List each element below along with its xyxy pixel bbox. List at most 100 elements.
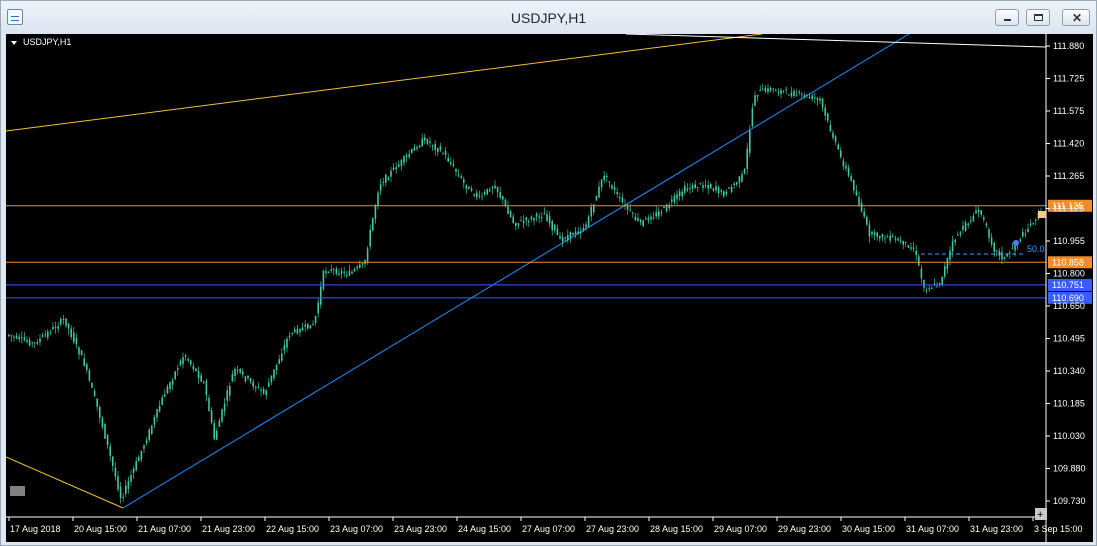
candle-body	[811, 95, 813, 99]
candle-body	[67, 323, 70, 329]
candle-body	[138, 457, 140, 462]
candle-body	[936, 286, 938, 288]
price-chart[interactable]: 111.125110.858110.751110.690 111.880111.…	[6, 34, 1093, 542]
candle-body	[88, 370, 91, 381]
candle-body	[359, 264, 361, 268]
price-tick: 110.340	[1053, 366, 1085, 376]
title-bar[interactable]: USDJPY,H1 ✕	[1, 1, 1096, 34]
time-tick: 29 Aug 07:00	[714, 524, 767, 534]
candle-body	[587, 216, 590, 227]
candle-body	[104, 423, 106, 439]
time-tick: 24 Aug 15:00	[458, 524, 511, 534]
candle-body	[697, 187, 699, 189]
candle-body	[751, 108, 754, 127]
minimize-button[interactable]	[995, 9, 1019, 26]
candle-body	[83, 358, 85, 366]
candle-body	[821, 98, 824, 108]
candle-body	[621, 197, 624, 203]
candle-body	[681, 191, 683, 197]
symbol-dropdown-icon[interactable]	[11, 41, 17, 45]
candle-body	[424, 137, 426, 141]
candle-body	[174, 371, 176, 380]
candle-body	[491, 187, 494, 189]
candle-body	[182, 357, 184, 365]
close-button[interactable]: ✕	[1062, 9, 1090, 26]
candle-body	[320, 286, 322, 305]
channel-line-upper[interactable]	[6, 34, 763, 132]
candle-body	[769, 88, 772, 91]
candle-body	[36, 341, 39, 344]
candle-body	[803, 95, 806, 98]
candle-body	[554, 224, 556, 230]
candle-body	[879, 236, 881, 239]
candle-body	[951, 241, 954, 252]
candle-body	[288, 335, 291, 338]
candle-body	[777, 91, 780, 93]
time-tick: 31 Aug 23:00	[970, 524, 1023, 534]
candle-body	[236, 369, 239, 371]
candle-body	[421, 138, 423, 147]
candle-body	[75, 337, 78, 345]
candle-body	[148, 429, 150, 440]
scroll-handle[interactable]	[10, 486, 25, 496]
candle-body	[369, 229, 371, 247]
candle-body	[325, 270, 327, 274]
price-tick: 110.030	[1053, 431, 1085, 441]
candle-body	[533, 218, 535, 221]
candle-body	[652, 217, 655, 219]
candle-body	[616, 192, 618, 195]
candle-body	[850, 176, 852, 181]
channel-line-lower[interactable]	[6, 456, 124, 509]
candle-body	[928, 288, 930, 290]
candle-body	[1001, 252, 1003, 260]
candle-body	[398, 164, 400, 167]
resistance-line[interactable]	[625, 34, 1047, 48]
candle-body	[127, 481, 130, 489]
candle-body	[876, 232, 878, 237]
candle-body	[520, 220, 522, 222]
candle-body	[678, 191, 681, 197]
candle-body	[853, 179, 855, 191]
candle-body	[658, 211, 660, 217]
candle-body	[959, 232, 962, 235]
candle-body	[899, 240, 902, 242]
candle-body	[528, 221, 530, 223]
candle-body	[756, 94, 759, 97]
time-tick: 23 Aug 07:00	[330, 524, 383, 534]
trendlines[interactable]	[6, 34, 1047, 509]
restore-button[interactable]	[1026, 9, 1050, 26]
candle-body	[582, 227, 585, 231]
candle-body	[205, 380, 208, 396]
candle-body	[829, 125, 832, 132]
candle-body	[720, 190, 722, 192]
candle-body	[842, 160, 845, 167]
candle-body	[884, 237, 886, 239]
candle-body	[304, 324, 306, 327]
candle-body	[62, 319, 65, 321]
candle-body	[494, 185, 496, 189]
candle-body	[795, 94, 798, 96]
candle-body	[268, 382, 270, 387]
candle-body	[548, 215, 551, 224]
candle-body	[798, 91, 800, 93]
candle-body	[431, 145, 434, 147]
time-tick: 17 Aug 2018	[10, 524, 61, 534]
chart-area[interactable]: 111.125 110.858 110.751 110.690 111.880 111.…	[6, 34, 1093, 542]
candle-body	[860, 202, 863, 212]
candle-body	[957, 234, 959, 236]
trendline[interactable]	[122, 34, 910, 509]
candle-body	[130, 475, 132, 482]
candle-body	[585, 224, 587, 228]
candle-body	[782, 90, 785, 92]
candle-body	[522, 220, 525, 224]
candle-body	[317, 302, 319, 314]
price-tick: 111.880	[1053, 41, 1084, 51]
candle-body	[598, 186, 600, 198]
candle-body	[868, 224, 871, 237]
time-tick: 31 Aug 07:00	[906, 524, 959, 534]
candle-body	[694, 184, 696, 189]
candle-body	[132, 468, 135, 473]
candle-body	[242, 371, 244, 375]
candle-body	[366, 248, 369, 262]
candle-body	[262, 388, 265, 394]
